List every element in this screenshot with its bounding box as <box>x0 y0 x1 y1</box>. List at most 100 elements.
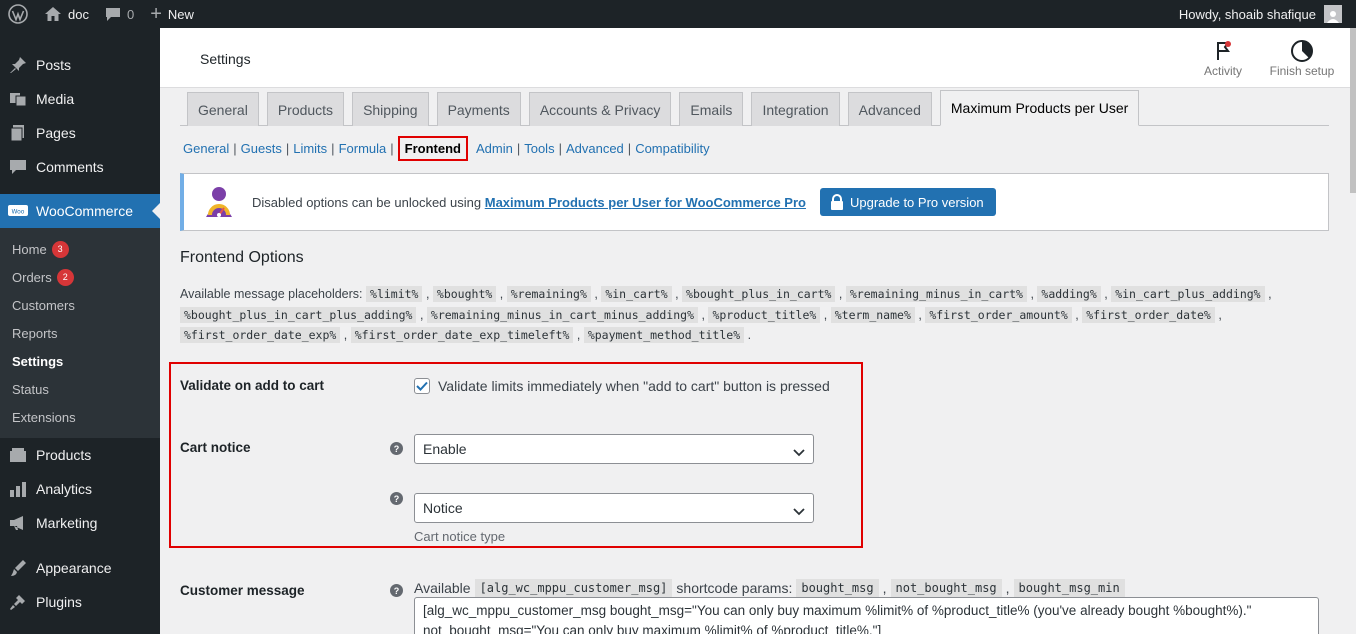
subsection-compatibility[interactable]: Compatibility <box>635 141 709 156</box>
placeholder-code: %remaining_minus_in_cart_minus_adding% <box>426 306 699 323</box>
subsection-frontend[interactable]: Frontend <box>397 136 468 161</box>
separator: | <box>627 141 632 156</box>
wordpress-logo-icon[interactable] <box>0 0 36 28</box>
param-code: bought_msg_min <box>1013 579 1125 597</box>
submenu-reports[interactable]: Reports <box>0 319 160 347</box>
submenu-label: Extensions <box>12 409 76 425</box>
placeholder-code: %first_order_amount% <box>925 306 1072 323</box>
help-icon[interactable]: ? <box>390 492 403 505</box>
site-name: doc <box>68 6 89 22</box>
tab-integration[interactable]: Integration <box>751 92 840 126</box>
tab-accounts-privacy[interactable]: Accounts & Privacy <box>528 92 672 126</box>
submenu-label: Settings <box>12 353 64 369</box>
subsection-admin[interactable]: Admin <box>476 141 513 156</box>
finish-setup-button[interactable]: Finish setup <box>1264 38 1340 78</box>
menu-marketing[interactable]: Marketing <box>0 506 160 540</box>
tab-products[interactable]: Products <box>266 92 345 126</box>
tab-shipping[interactable]: Shipping <box>352 92 429 126</box>
separator: | <box>558 141 562 156</box>
orders-badge: 2 <box>56 268 74 286</box>
placeholder-code: %in_cart% <box>601 286 672 302</box>
customer-message-label: Customer message <box>180 583 305 598</box>
subsection-guests[interactable]: Guests <box>241 141 282 156</box>
tab-general[interactable]: General <box>187 92 259 126</box>
home-badge: 3 <box>51 240 69 258</box>
pin-icon <box>8 55 28 75</box>
help-icon[interactable]: ? <box>390 442 403 455</box>
submenu-customers[interactable]: Customers <box>0 291 160 319</box>
customer-message-textarea[interactable]: [alg_wc_mppu_customer_msg bought_msg="Yo… <box>414 597 1319 634</box>
menu-products[interactable]: Products <box>0 438 160 472</box>
tab-maximum-products-per-user[interactable]: Maximum Products per User <box>939 90 1140 126</box>
notice-type-description: Cart notice type <box>414 529 506 544</box>
new-label: New <box>167 6 194 22</box>
woocommerce-header: Settings Activity Finish setup <box>160 28 1350 88</box>
pro-notice: Disabled options can be unlocked using M… <box>180 173 1329 231</box>
subsection-formula[interactable]: Formula <box>339 141 387 156</box>
menu-posts[interactable]: Posts <box>0 48 160 82</box>
media-icon <box>8 89 28 109</box>
comments-link[interactable]: 0 <box>97 0 142 28</box>
pro-plugin-link[interactable]: Maximum Products per User for WooCommerc… <box>485 195 806 210</box>
checkmark-icon <box>416 381 428 391</box>
lock-icon <box>830 194 850 210</box>
notice-type-value: Notice <box>423 500 463 516</box>
submenu-extensions[interactable]: Extensions <box>0 403 160 431</box>
admin-sidebar: Posts Media Pages Comments Woo WooCommer… <box>0 28 160 634</box>
menu-woocommerce[interactable]: Woo WooCommerce <box>0 194 160 228</box>
menu-label: Posts <box>36 57 72 73</box>
subsection-tools[interactable]: Tools <box>524 141 554 156</box>
menu-pages[interactable]: Pages <box>0 116 160 150</box>
cart-notice-label: Cart notice <box>180 440 251 455</box>
marketing-icon <box>8 513 28 533</box>
menu-comments[interactable]: Comments <box>0 150 160 184</box>
notice-type-select[interactable]: Notice <box>414 493 814 523</box>
placeholder-code: %limit% <box>366 286 423 302</box>
tab-emails[interactable]: Emails <box>679 92 744 126</box>
upgrade-to-pro-button[interactable]: Upgrade to Pro version <box>819 188 996 216</box>
placeholder-list: Available message placeholders: %limit% … <box>180 286 1272 343</box>
activity-button[interactable]: Activity <box>1190 38 1256 78</box>
validate-text: Validate limits immediately when "add to… <box>438 378 830 394</box>
new-content-link[interactable]: + New <box>142 0 202 28</box>
my-account[interactable]: Howdy, shoaib shafique <box>1179 5 1356 23</box>
menu-media[interactable]: Media <box>0 82 160 116</box>
separator: | <box>331 141 335 156</box>
cart-notice-select[interactable]: Enable <box>414 434 814 464</box>
param-code: bought_msg <box>796 579 879 597</box>
menu-appearance[interactable]: Appearance <box>0 551 160 585</box>
comments-icon <box>8 157 28 177</box>
plus-icon: + <box>150 3 162 25</box>
menu-analytics[interactable]: Analytics <box>0 472 160 506</box>
placeholder-code: %bought_plus_in_cart% <box>682 286 836 302</box>
submenu-orders[interactable]: Orders 2 <box>0 263 160 291</box>
site-name-link[interactable]: doc <box>36 0 97 28</box>
settings-tabs: General Products Shipping Payments Accou… <box>187 90 1147 126</box>
submenu-settings[interactable]: Settings <box>0 347 160 375</box>
param-code: not_bought_msg <box>890 579 1002 597</box>
scrollbar-thumb[interactable] <box>1350 28 1356 193</box>
chevron-down-icon <box>793 444 805 460</box>
flag-icon <box>1190 38 1256 64</box>
placeholder-code: %bought_plus_in_cart_plus_adding% <box>180 306 417 323</box>
available-text: Available <box>414 580 471 596</box>
notice-message: Disabled options can be unlocked using <box>252 194 482 210</box>
subsection-advanced[interactable]: Advanced <box>566 141 624 156</box>
upgrade-label: Upgrade to Pro version <box>849 194 984 210</box>
subsection-limits[interactable]: Limits <box>293 141 327 156</box>
submenu-home[interactable]: Home 3 <box>0 235 160 263</box>
menu-plugins[interactable]: Plugins <box>0 585 160 619</box>
pages-icon <box>8 123 28 143</box>
validate-label: Validate on add to cart <box>180 378 325 393</box>
woocommerce-icon: Woo <box>8 201 28 221</box>
tab-advanced[interactable]: Advanced <box>847 92 932 126</box>
placeholder-code: %first_order_date% <box>1082 306 1215 323</box>
separator: | <box>516 141 521 156</box>
page-scrollbar[interactable] <box>1350 28 1356 634</box>
validate-checkbox[interactable] <box>414 378 430 394</box>
submenu-status[interactable]: Status <box>0 375 160 403</box>
placeholder-code: %product_title% <box>708 306 821 323</box>
subsection-general[interactable]: General <box>183 141 229 156</box>
tab-payments[interactable]: Payments <box>436 92 521 126</box>
help-icon[interactable]: ? <box>390 584 403 597</box>
